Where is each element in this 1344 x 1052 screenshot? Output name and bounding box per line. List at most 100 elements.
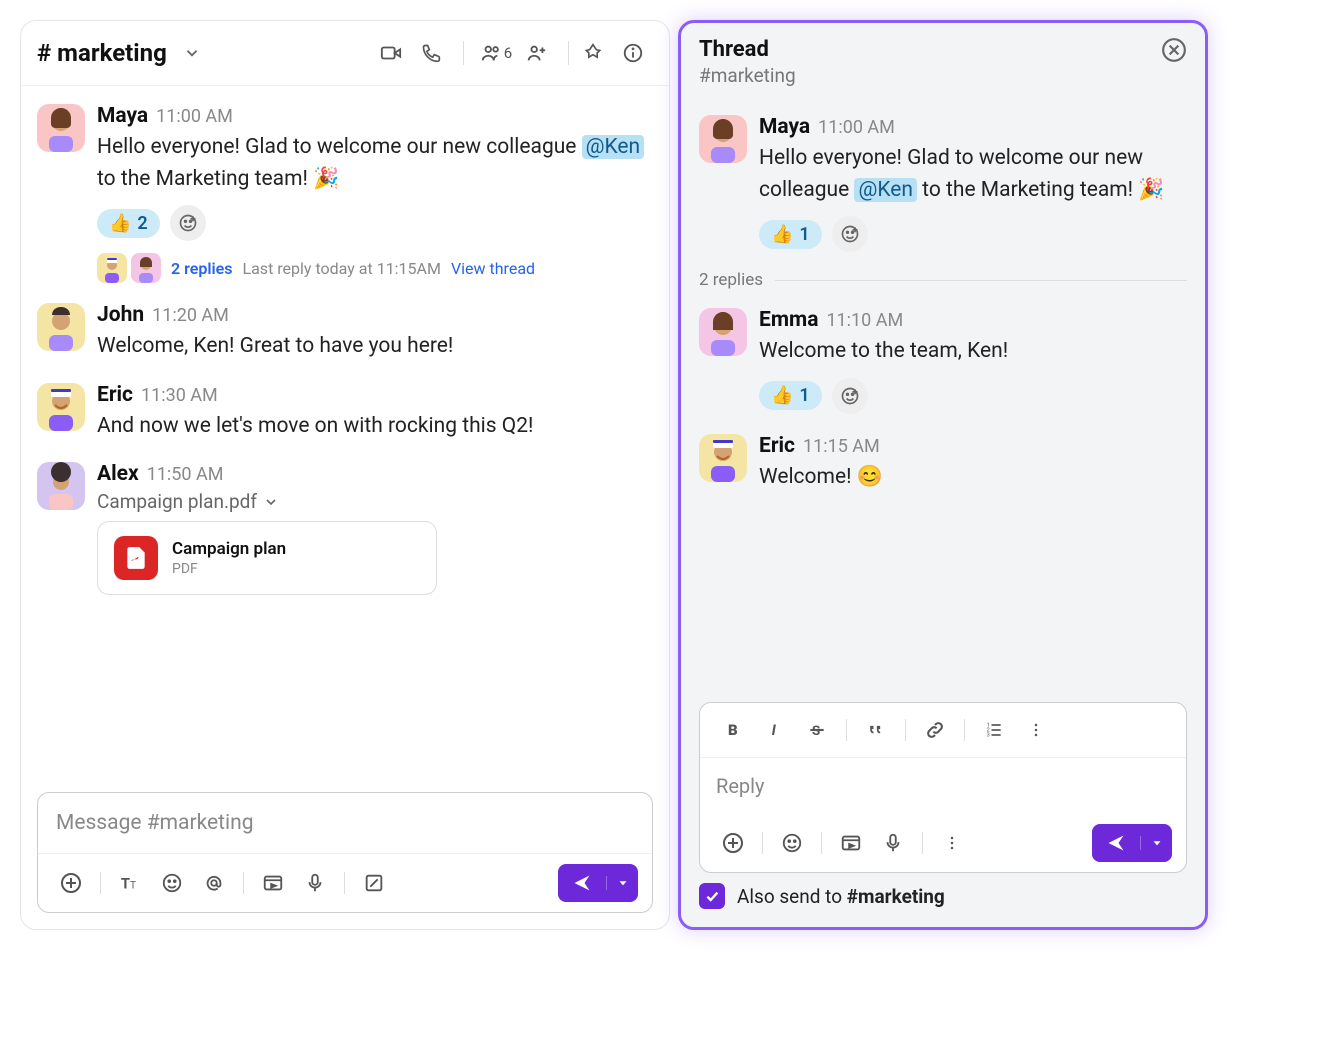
reaction-button[interactable]: 👍 1: [759, 381, 822, 410]
avatar[interactable]: [699, 434, 747, 482]
message-composer: Message #marketing TT: [37, 792, 653, 913]
message-time: 11:15 AM: [803, 436, 880, 457]
emoji-icon[interactable]: [153, 864, 191, 902]
shortcut-icon[interactable]: [355, 864, 393, 902]
message-author[interactable]: Maya: [97, 104, 148, 128]
message-time: 11:10 AM: [826, 310, 903, 331]
avatar[interactable]: [37, 303, 85, 351]
italic-icon[interactable]: I: [756, 711, 794, 749]
link-icon[interactable]: [916, 711, 954, 749]
mention-icon[interactable]: [195, 864, 233, 902]
message-author[interactable]: Maya: [759, 115, 810, 139]
mention[interactable]: @Ken: [854, 178, 917, 202]
mention[interactable]: @Ken: [582, 135, 645, 159]
message-author[interactable]: John: [97, 303, 144, 327]
thread-summary[interactable]: 2 replies Last reply today at 11:15AM Vi…: [97, 253, 653, 283]
checkbox-checked-icon[interactable]: [699, 883, 725, 909]
member-count: 6: [504, 44, 512, 62]
message-author[interactable]: Emma: [759, 308, 818, 332]
microphone-icon[interactable]: [874, 824, 912, 862]
format-text-icon[interactable]: TT: [111, 864, 149, 902]
reply-input[interactable]: Reply: [700, 758, 1186, 814]
add-reaction-button[interactable]: [170, 205, 206, 241]
avatar[interactable]: [37, 462, 85, 510]
members-icon[interactable]: 6: [476, 33, 516, 73]
channel-panel: # marketing 6: [20, 20, 670, 930]
list-icon[interactable]: 123: [975, 711, 1013, 749]
send-button[interactable]: [1092, 824, 1172, 862]
message-time: 11:00 AM: [818, 117, 895, 138]
add-attachment-icon[interactable]: [52, 864, 90, 902]
svg-text:S: S: [812, 724, 820, 739]
info-icon[interactable]: [613, 33, 653, 73]
replies-divider: 2 replies: [699, 270, 1187, 290]
reply-composer: B I S 123 Reply: [699, 702, 1187, 873]
svg-text:T: T: [130, 881, 136, 892]
thread-panel: Thread #marketing Maya 11:00 AM Hello ev…: [678, 20, 1208, 930]
message-time: 11:00 AM: [156, 106, 233, 127]
send-options-icon[interactable]: [606, 876, 638, 890]
pin-icon[interactable]: [573, 33, 613, 73]
add-reaction-button[interactable]: [832, 378, 868, 414]
file-card[interactable]: Campaign plan PDF: [97, 521, 437, 595]
channel-name[interactable]: # marketing: [37, 39, 167, 67]
message-author[interactable]: Alex: [97, 462, 139, 486]
video-icon[interactable]: [832, 824, 870, 862]
view-thread-link[interactable]: View thread: [451, 259, 535, 278]
send-icon[interactable]: [558, 873, 606, 893]
message-author[interactable]: Eric: [759, 434, 795, 458]
file-attachment-name[interactable]: Campaign plan.pdf: [97, 490, 653, 513]
replies-count[interactable]: 2 replies: [171, 259, 232, 278]
microphone-icon[interactable]: [296, 864, 334, 902]
avatar[interactable]: [37, 104, 85, 152]
video-icon[interactable]: [254, 864, 292, 902]
phone-call-icon[interactable]: [411, 33, 451, 73]
send-button[interactable]: [558, 864, 638, 902]
file-title: Campaign plan: [172, 539, 286, 559]
send-icon[interactable]: [1092, 833, 1140, 853]
chevron-down-icon[interactable]: [183, 44, 201, 62]
add-member-icon[interactable]: [516, 33, 556, 73]
svg-text:B: B: [728, 721, 738, 739]
thread-title: Thread: [699, 37, 796, 62]
message-list: Maya 11:00 AM Hello everyone! Glad to we…: [21, 86, 669, 784]
more-format-icon[interactable]: [1017, 711, 1055, 749]
message-text: Welcome, Ken! Great to have you here!: [97, 331, 653, 363]
close-icon[interactable]: [1161, 37, 1187, 63]
message-time: 11:30 AM: [141, 385, 218, 406]
add-attachment-icon[interactable]: [714, 824, 752, 862]
reply-avatar: [97, 253, 127, 283]
avatar[interactable]: [37, 383, 85, 431]
message-time: 11:50 AM: [147, 464, 224, 485]
message-text: And now we let's move on with rocking th…: [97, 411, 653, 443]
emoji-icon[interactable]: [773, 824, 811, 862]
quote-icon[interactable]: [857, 711, 895, 749]
reaction-button[interactable]: 👍 2: [97, 209, 160, 238]
thread-header: Thread #marketing: [681, 23, 1205, 101]
thread-root-message: Maya 11:00 AM Hello everyone! Glad to we…: [699, 105, 1187, 262]
avatar[interactable]: [699, 115, 747, 163]
svg-text:3: 3: [987, 733, 990, 739]
pdf-icon: [114, 536, 158, 580]
message-input[interactable]: Message #marketing: [38, 793, 652, 854]
message-author[interactable]: Eric: [97, 383, 133, 407]
reaction-button[interactable]: 👍 1: [759, 220, 822, 249]
send-options-icon[interactable]: [1140, 836, 1172, 850]
message-text: Hello everyone! Glad to welcome our new …: [759, 143, 1187, 206]
bold-icon[interactable]: B: [714, 711, 752, 749]
avatar[interactable]: [699, 308, 747, 356]
message-text: Welcome to the team, Ken!: [759, 336, 1187, 368]
message: John 11:20 AM Welcome, Ken! Great to hav…: [37, 293, 653, 373]
more-icon[interactable]: [933, 824, 971, 862]
file-type: PDF: [172, 561, 286, 577]
message-text: Hello everyone! Glad to welcome our new …: [97, 132, 653, 195]
message-time: 11:20 AM: [152, 305, 229, 326]
thread-reply: Eric 11:15 AM Welcome! 😊: [699, 424, 1187, 504]
svg-text:T: T: [121, 875, 130, 893]
strikethrough-icon[interactable]: S: [798, 711, 836, 749]
also-send-checkbox-row[interactable]: Also send to #marketing: [681, 883, 1205, 927]
also-send-label: Also send to #marketing: [737, 885, 945, 908]
message: Alex 11:50 AM Campaign plan.pdf Campaign…: [37, 452, 653, 605]
video-call-icon[interactable]: [371, 33, 411, 73]
add-reaction-button[interactable]: [832, 216, 868, 252]
